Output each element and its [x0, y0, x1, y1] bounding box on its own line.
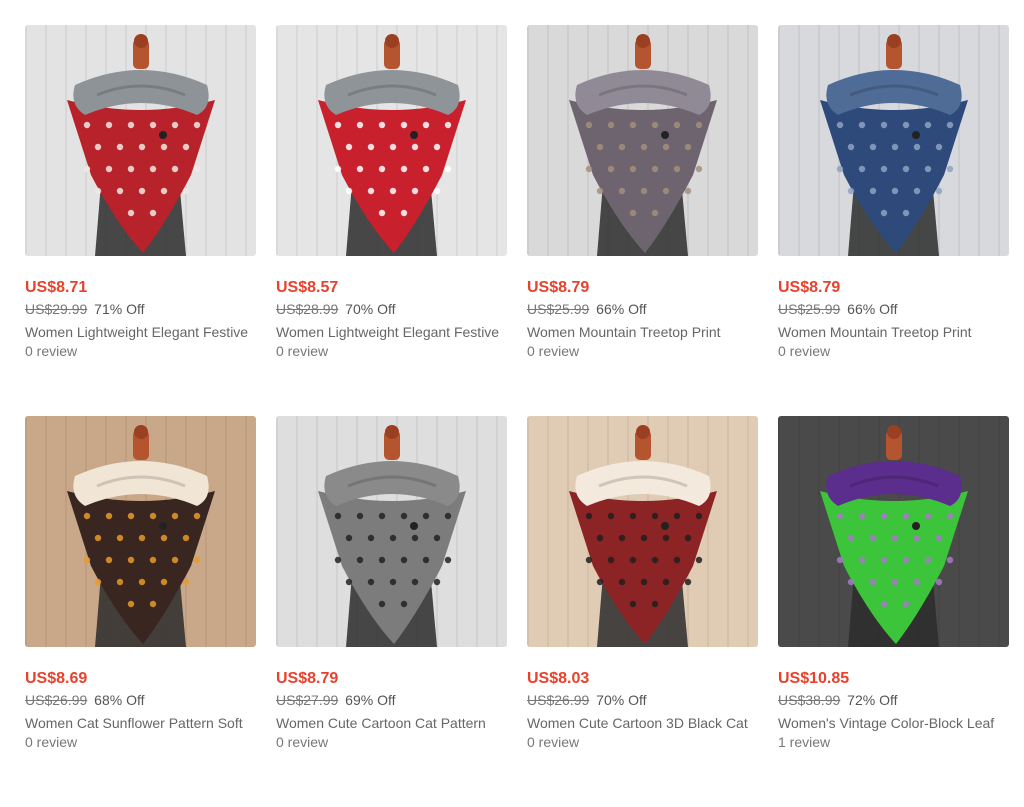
product-card[interactable]: US$8.69 US$26.99 68% Off Women Cat Sunfl…	[25, 416, 256, 807]
grey-black-cat-scarf-image[interactable]	[276, 416, 507, 647]
product-title[interactable]: Women's Vintage Color-Block Leaf	[778, 714, 1009, 732]
original-price: US$25.99	[778, 301, 841, 317]
review-count[interactable]: 0 review	[25, 342, 77, 360]
product-price: US$8.03	[527, 670, 590, 687]
product-card[interactable]: US$8.79 US$27.99 69% Off Women Cute Cart…	[276, 416, 507, 807]
product-card[interactable]: US$8.79 US$25.99 66% Off Women Mountain …	[527, 25, 758, 416]
discount-label: 68% Off	[94, 692, 145, 708]
original-price: US$26.99	[25, 692, 88, 708]
original-price: US$27.99	[276, 692, 339, 708]
review-count[interactable]: 0 review	[276, 733, 328, 751]
price-info: US$29.99 71% Off	[25, 300, 145, 318]
product-price: US$10.85	[778, 670, 850, 687]
red-christmas-cat-scarf-image[interactable]	[527, 416, 758, 647]
price-info: US$26.99 68% Off	[25, 691, 145, 709]
discount-label: 70% Off	[345, 301, 396, 317]
original-price: US$28.99	[276, 301, 339, 317]
price-info: US$28.99 70% Off	[276, 300, 396, 318]
price-info: US$27.99 69% Off	[276, 691, 396, 709]
original-price: US$38.99	[778, 692, 841, 708]
product-card[interactable]: US$8.71 US$29.99 71% Off Women Lightweig…	[25, 25, 256, 416]
price-info: US$25.99 66% Off	[527, 300, 647, 318]
product-price: US$8.79	[778, 279, 841, 296]
product-title[interactable]: Women Cute Cartoon 3D Black Cat	[527, 714, 758, 732]
discount-label: 72% Off	[847, 692, 898, 708]
discount-label: 71% Off	[94, 301, 145, 317]
original-price: US$26.99	[527, 692, 590, 708]
product-price: US$8.57	[276, 279, 339, 296]
original-price: US$25.99	[527, 301, 590, 317]
product-title[interactable]: Women Lightweight Elegant Festive	[276, 323, 507, 341]
discount-label: 66% Off	[847, 301, 898, 317]
discount-label: 69% Off	[345, 692, 396, 708]
grey-mountain-scarf-image[interactable]	[527, 25, 758, 256]
price-info: US$25.99 66% Off	[778, 300, 898, 318]
review-count[interactable]: 0 review	[276, 342, 328, 360]
red-snowflake-scarf-image[interactable]	[25, 25, 256, 256]
brown-cat-sunflower-scarf-image[interactable]	[25, 416, 256, 647]
original-price: US$29.99	[25, 301, 88, 317]
red-reindeer-scarf-image[interactable]	[276, 25, 507, 256]
product-grid: US$8.71 US$29.99 71% Off Women Lightweig…	[25, 25, 1009, 807]
product-card[interactable]: US$8.79 US$25.99 66% Off Women Mountain …	[778, 25, 1009, 416]
product-price: US$8.71	[25, 279, 88, 296]
blue-mountain-scarf-image[interactable]	[778, 25, 1009, 256]
review-count[interactable]: 1 review	[778, 733, 830, 751]
product-title[interactable]: Women Mountain Treetop Print	[778, 323, 1009, 341]
product-card[interactable]: US$8.57 US$28.99 70% Off Women Lightweig…	[276, 25, 507, 416]
review-count[interactable]: 0 review	[778, 342, 830, 360]
product-title[interactable]: Women Mountain Treetop Print	[527, 323, 758, 341]
price-info: US$26.99 70% Off	[527, 691, 647, 709]
price-info: US$38.99 72% Off	[778, 691, 898, 709]
discount-label: 70% Off	[596, 692, 647, 708]
product-title[interactable]: Women Cute Cartoon Cat Pattern	[276, 714, 507, 732]
product-title[interactable]: Women Cat Sunflower Pattern Soft	[25, 714, 256, 732]
product-price: US$8.79	[276, 670, 339, 687]
review-count[interactable]: 0 review	[25, 733, 77, 751]
product-price: US$8.79	[527, 279, 590, 296]
product-card[interactable]: US$10.85 US$38.99 72% Off Women's Vintag…	[778, 416, 1009, 807]
green-purple-leaf-scarf-image[interactable]	[778, 416, 1009, 647]
review-count[interactable]: 0 review	[527, 733, 579, 751]
discount-label: 66% Off	[596, 301, 647, 317]
product-card[interactable]: US$8.03 US$26.99 70% Off Women Cute Cart…	[527, 416, 758, 807]
product-title[interactable]: Women Lightweight Elegant Festive	[25, 323, 256, 341]
product-price: US$8.69	[25, 670, 88, 687]
review-count[interactable]: 0 review	[527, 342, 579, 360]
